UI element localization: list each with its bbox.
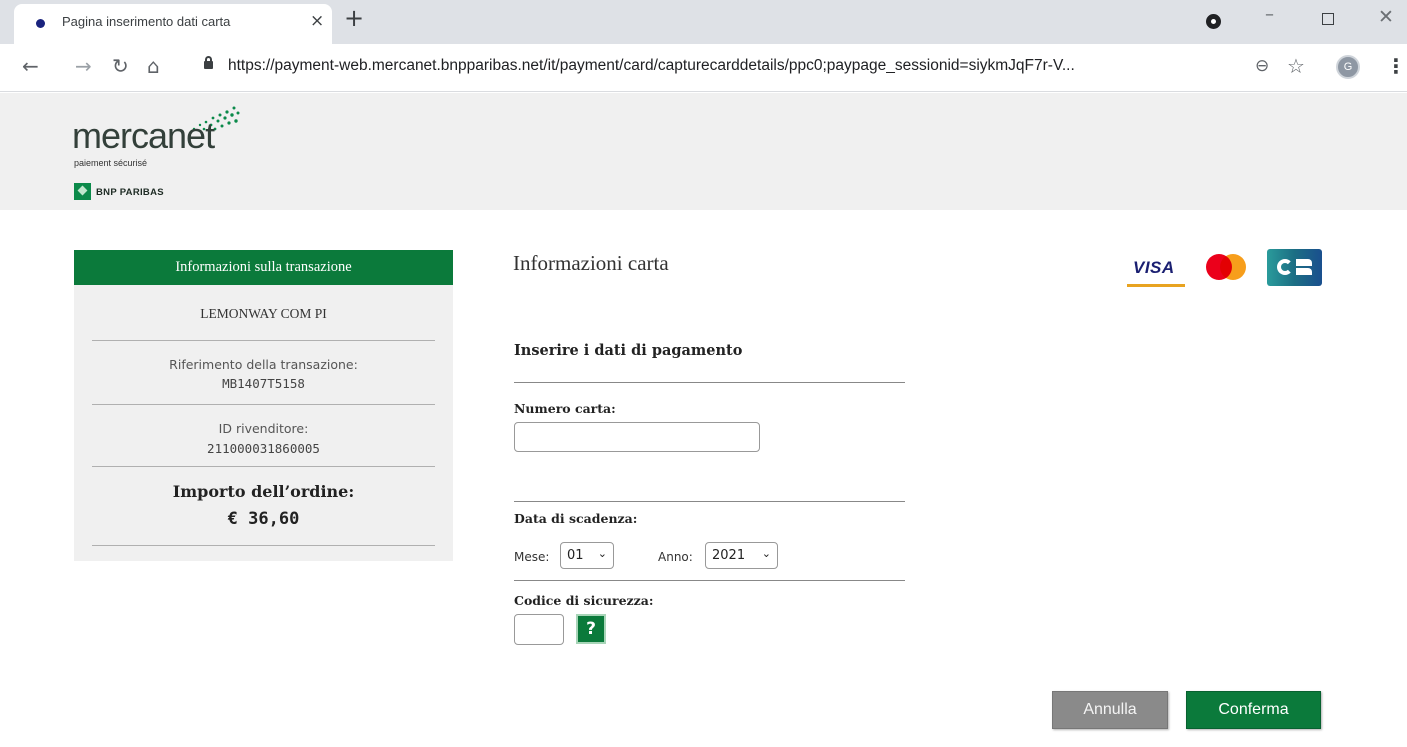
browser-toolbar: ← → ↻ ⌂ https://payment-web.mercanet.bnp…: [0, 44, 1407, 92]
divider: [92, 404, 435, 405]
year-label: Anno:: [658, 550, 693, 564]
browser-tabstrip: Pagina inserimento dati carta × + – ✕: [0, 0, 1407, 44]
security-code-input[interactable]: [514, 614, 564, 645]
month-value: 01: [567, 548, 584, 563]
menu-icon[interactable]: ⋮: [1386, 54, 1406, 78]
bank-name: BNP PARIBAS: [96, 187, 164, 198]
transaction-panel: Informazioni sulla transazione LEMONWAY …: [74, 250, 453, 561]
mastercard-orange-circle: [1220, 254, 1246, 280]
security-code-label: Codice di sicurezza:: [514, 593, 654, 608]
bnp-paribas-icon: [74, 183, 91, 200]
visa-logo: VISA: [1127, 251, 1185, 287]
amount-value: € 36,60: [227, 509, 300, 529]
forward-icon[interactable]: →: [75, 54, 92, 78]
card-number-label: Numero carta:: [514, 401, 616, 416]
extension-icon[interactable]: [1206, 14, 1221, 29]
reference-label: Riferimento della transazione:: [169, 357, 358, 372]
browser-tab[interactable]: Pagina inserimento dati carta ×: [14, 4, 332, 44]
reseller-value: 211000031860005: [207, 441, 320, 456]
logo-wordmark: mercanet: [72, 115, 215, 156]
zoom-icon[interactable]: ⊖: [1255, 56, 1269, 76]
lock-icon: [204, 56, 213, 69]
transaction-panel-title: Informazioni sulla transazione: [74, 250, 453, 285]
chevron-down-icon: ⌄: [761, 547, 771, 560]
cb-logo: [1267, 249, 1322, 286]
back-icon[interactable]: ←: [22, 54, 39, 78]
tab-close-icon[interactable]: ×: [310, 11, 324, 31]
month-select[interactable]: 01 ⌄: [560, 542, 614, 569]
card-number-input[interactable]: [514, 422, 760, 452]
month-label: Mese:: [514, 550, 550, 564]
year-value: 2021: [712, 548, 746, 563]
tab-title: Pagina inserimento dati carta: [62, 14, 231, 29]
new-tab-button[interactable]: +: [344, 4, 364, 32]
divider: [92, 340, 435, 341]
star-icon[interactable]: ☆: [1287, 54, 1305, 78]
address-bar[interactable]: https://payment-web.mercanet.bnpparibas.…: [190, 50, 1318, 84]
visa-logo-text: VISA: [1133, 258, 1175, 277]
security-code-help-button[interactable]: ?: [576, 614, 606, 644]
amount-label: Importo dell’ordine:: [172, 482, 355, 501]
logo-tagline: paiement sécurisé: [74, 158, 148, 168]
divider: [514, 382, 905, 383]
window-close-button[interactable]: ✕: [1378, 6, 1394, 28]
divider: [514, 501, 905, 502]
window-minimize-button[interactable]: –: [1265, 4, 1274, 25]
window-maximize-button[interactable]: [1322, 13, 1334, 25]
reference-value: MB1407T5158: [222, 376, 305, 391]
home-icon[interactable]: ⌂: [147, 54, 160, 78]
mastercard-logo: [1206, 254, 1248, 282]
cancel-button[interactable]: Annulla: [1052, 691, 1168, 729]
tab-favicon-icon: [36, 19, 45, 28]
divider: [514, 580, 905, 581]
url-text[interactable]: https://payment-web.mercanet.bnpparibas.…: [228, 57, 1075, 75]
mercanet-logo: mercanet paiement sécurisé BNP PARIBAS: [72, 103, 272, 203]
divider: [92, 466, 435, 467]
expiry-label: Data di scadenza:: [514, 511, 638, 526]
profile-avatar[interactable]: G: [1336, 55, 1360, 79]
reload-icon[interactable]: ↻: [112, 54, 129, 78]
reseller-label: ID rivenditore:: [218, 421, 309, 436]
year-select[interactable]: 2021 ⌄: [705, 542, 778, 569]
page-header: mercanet paiement sécurisé BNP PARIBAS: [0, 93, 1407, 210]
merchant-name: LEMONWAY COM PI: [200, 306, 327, 321]
confirm-button[interactable]: Conferma: [1186, 691, 1321, 729]
divider: [92, 545, 435, 546]
page-title: Informazioni carta: [513, 251, 669, 275]
form-subtitle: Inserire i dati di pagamento: [514, 342, 743, 359]
chevron-down-icon: ⌄: [597, 547, 607, 560]
